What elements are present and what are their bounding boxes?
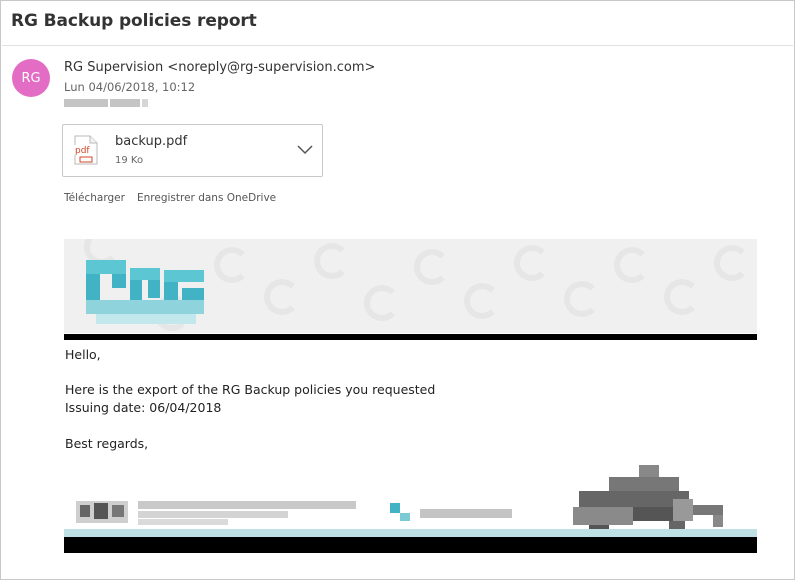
attachment-size: 19 Ko xyxy=(115,155,144,166)
email-reading-pane: RG Backup policies report RG RG Supervis… xyxy=(0,0,795,580)
sender-name[interactable]: RG Supervision <noreply@rg-supervision.c… xyxy=(64,60,375,75)
footer-phone-redacted xyxy=(420,509,512,518)
footer-accent-band xyxy=(64,529,757,537)
attachment-filename: backup.pdf xyxy=(115,134,188,149)
pdf-icon-label: pdf xyxy=(75,146,90,156)
company-logo xyxy=(86,260,208,326)
sender-avatar[interactable]: RG xyxy=(12,59,50,97)
body-line-2: Issuing date: 06/04/2018 xyxy=(65,400,222,415)
footer-address-redacted xyxy=(138,501,356,509)
phone-icon xyxy=(390,503,400,513)
email-subject: RG Backup policies report xyxy=(11,11,257,31)
footer-divider xyxy=(64,537,757,553)
recipient-redacted xyxy=(64,99,174,109)
body-line-1: Here is the export of the RG Backup poli… xyxy=(65,382,436,397)
email-header-banner xyxy=(64,239,757,333)
body-closing: Best regards, xyxy=(65,436,149,451)
pdf-file-icon: pdf xyxy=(74,135,98,165)
body-greeting: Hello, xyxy=(65,347,101,362)
email-signature-footer xyxy=(64,459,757,553)
subject-bar: RG Backup policies report xyxy=(2,2,793,46)
download-link[interactable]: Télécharger xyxy=(64,192,125,204)
chevron-down-icon[interactable] xyxy=(297,145,313,155)
email-date: Lun 04/06/2018, 10:12 xyxy=(64,80,196,94)
banner-divider xyxy=(64,334,757,340)
avatar-initials: RG xyxy=(21,70,41,86)
save-to-onedrive-link[interactable]: Enregistrer dans OneDrive xyxy=(137,192,276,204)
attachment-card[interactable]: pdf backup.pdf 19 Ko xyxy=(62,124,323,177)
